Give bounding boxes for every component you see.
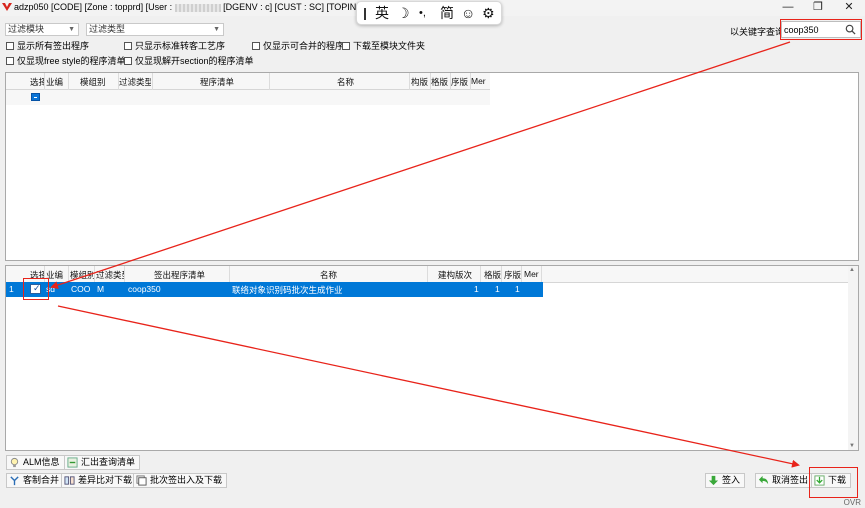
lightbulb-icon (10, 457, 19, 468)
diff-download-button[interactable]: 差异比对下载 (61, 473, 138, 488)
search-label: 以关键字查询 (730, 27, 785, 37)
checkbox-icon[interactable] (124, 57, 132, 65)
grid-header: 选择 业编 模组别 过滤类型 程序清单 名称 构版 格版 序版 Mer (6, 73, 490, 90)
batch-checkin-download-button[interactable]: 批次签出入及下载 (133, 473, 228, 488)
row-select-checkbox[interactable]: ✓ (30, 283, 41, 294)
search-box[interactable] (781, 21, 861, 38)
vertical-scrollbar[interactable]: ▲ ▼ (848, 266, 858, 450)
program-list-grid[interactable]: 选择 业编 模组别 过滤类型 程序清单 名称 构版 格版 序版 Mer (5, 72, 859, 261)
ime-punct-icon[interactable]: •, (419, 5, 426, 22)
scroll-up-icon[interactable]: ▲ (849, 267, 855, 273)
search-input[interactable] (784, 23, 840, 36)
download-icon (814, 475, 825, 486)
scroll-down-icon[interactable]: ▼ (849, 443, 855, 449)
close-button[interactable]: ✕ (834, 0, 864, 16)
ime-moon-icon[interactable]: ☽ (397, 5, 410, 22)
select-all-checkbox[interactable] (31, 93, 40, 101)
chevron-down-icon: ▼ (68, 26, 75, 33)
ime-emoji-icon[interactable]: ☺ (461, 5, 475, 22)
option-show-all-checkout[interactable]: 显示所有签出程序 (6, 41, 89, 53)
search-icon[interactable] (845, 24, 856, 35)
chevron-down-icon: ▼ (213, 26, 220, 33)
option-only-mergeable[interactable]: 仅显示可合并的程序 (252, 41, 344, 53)
checkbox-icon[interactable] (252, 42, 260, 50)
app-logo-icon (2, 3, 12, 11)
table-row[interactable]: 1 ✓ sd COO M coop350 联络对象识别码批次生成作业 1 1 1 (6, 282, 543, 297)
option-only-section[interactable]: 仅显现解开section的程序清单 (124, 56, 254, 68)
checkout-list-grid[interactable]: 选择 业编 模组别 过滤类型 签出程序清单 名称 建构版次 格版 序版 Mer … (5, 265, 859, 451)
checkbox-icon[interactable] (124, 42, 132, 50)
checkbox-icon[interactable] (342, 42, 350, 50)
compare-icon (64, 476, 75, 485)
checkbox-icon[interactable] (6, 57, 14, 65)
window-title: adzp050 [CODE] [Zone : topprd] [User : [… (14, 2, 400, 12)
minimize-button[interactable]: — (773, 0, 803, 16)
alm-info-button[interactable]: ALM信息 (6, 455, 65, 470)
option-download-to-module[interactable]: 下载至模块文件夹 (342, 41, 425, 53)
checkin-button[interactable]: 签入 (705, 473, 746, 488)
export-query-button[interactable]: 汇出查询清单 (64, 455, 141, 470)
merge-icon (10, 476, 19, 486)
option-only-standard-tailor[interactable]: 只显示标准转客工艺序 (124, 41, 225, 53)
redacted-user (174, 3, 221, 12)
cancel-checkout-button[interactable]: 取消签出 (755, 473, 814, 488)
undo-green-icon (758, 475, 769, 485)
custom-merge-button[interactable]: 客制合并 (6, 473, 65, 488)
ime-lang-toggle[interactable]: 英 (375, 5, 389, 22)
ime-settings-icon[interactable]: ⚙ (482, 5, 495, 22)
maximize-button[interactable]: ❐ (803, 0, 833, 16)
checkbox-icon[interactable] (6, 42, 14, 50)
batch-icon (136, 475, 147, 486)
ime-drag-handle[interactable] (364, 8, 366, 20)
type-filter-select[interactable]: 过滤类型 ▼ (86, 23, 224, 36)
overwrite-mode-indicator: OVR (843, 498, 861, 507)
filter-row (6, 90, 490, 105)
module-filter-select[interactable]: 过滤模块 ▼ (5, 23, 79, 36)
grid-header: 选择 业编 模组别 过滤类型 签出程序清单 名称 建构版次 格版 序版 Mer (6, 266, 848, 283)
arrow-down-green-icon (708, 475, 719, 486)
download-button[interactable]: 下载 (811, 473, 852, 488)
option-only-free-style[interactable]: 仅显现free style的程序清单 (6, 56, 126, 68)
ime-simplified-toggle[interactable]: 简 (440, 5, 454, 22)
export-icon (67, 457, 78, 468)
ime-toolbar: 英 ☽ •, 简 ☺ ⚙ (356, 1, 502, 25)
